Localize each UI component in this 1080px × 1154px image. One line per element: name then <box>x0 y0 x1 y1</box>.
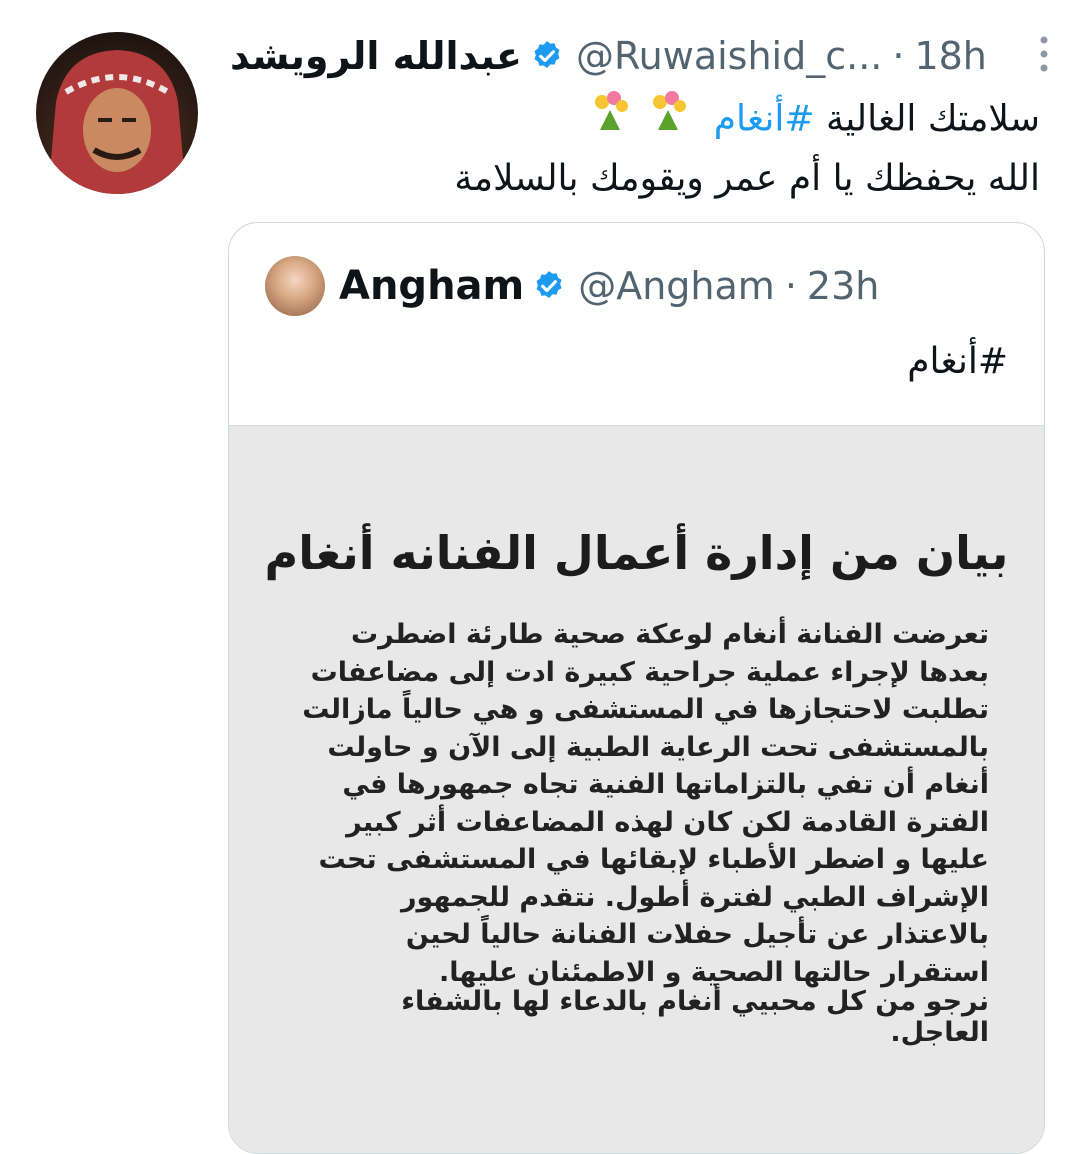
tweet-header: عبدالله الرويشد @Ruwaishid_c... · 18h <box>230 30 1050 82</box>
author-avatar[interactable] <box>36 32 198 194</box>
author-name[interactable]: عبدالله الرويشد <box>230 34 522 78</box>
quoted-tweet[interactable]: Angham @Angham · 23h #أنغام بيان من إدار… <box>228 222 1045 1154</box>
statement-footer: نرجو من كل محبيي أنغام بالدعاء لها بالشف… <box>401 986 989 1048</box>
author-handle[interactable]: @Ruwaishid_c... <box>576 34 882 78</box>
tweet-time[interactable]: 18h <box>914 34 986 78</box>
quoted-author-name[interactable]: Angham <box>339 263 524 309</box>
quoted-author-handle[interactable]: @Angham <box>578 264 775 308</box>
quoted-tweet-time[interactable]: 23h <box>807 264 879 308</box>
verified-badge-icon <box>534 41 560 69</box>
verified-badge-icon <box>536 271 562 299</box>
tweet-text: سلامتك الغالية #أنغام الله يحفظك يا أم ع… <box>230 90 1040 207</box>
separator-dot: · <box>784 264 797 308</box>
statement-image[interactable]: بيان من إدارة أعمال الفنانه أنغام تعرضت … <box>229 425 1044 1153</box>
quoted-hashtag[interactable]: #أنغام <box>907 341 1008 382</box>
tweet-line-2: الله يحفظك يا أم عمر ويقومك بالسلامة <box>454 158 1040 199</box>
quoted-tweet-header: Angham @Angham · 23h <box>265 251 1024 321</box>
separator-dot: · <box>892 34 905 78</box>
statement-title: بيان من إدارة أعمال الفنانه أنغام <box>264 526 1009 580</box>
statement-body: تعرضت الفنانة أنغام لوعكة صحية طارئة اضط… <box>302 619 989 988</box>
bouquet-emoji-icon <box>586 90 696 151</box>
hashtag-link[interactable]: #أنغام <box>714 99 815 140</box>
quoted-author-avatar[interactable] <box>265 256 325 316</box>
tweet-line-1-text: سلامتك الغالية <box>825 98 1040 140</box>
more-options-icon[interactable] <box>1038 34 1050 74</box>
tweet-line-1: سلامتك الغالية #أنغام <box>230 90 1040 151</box>
